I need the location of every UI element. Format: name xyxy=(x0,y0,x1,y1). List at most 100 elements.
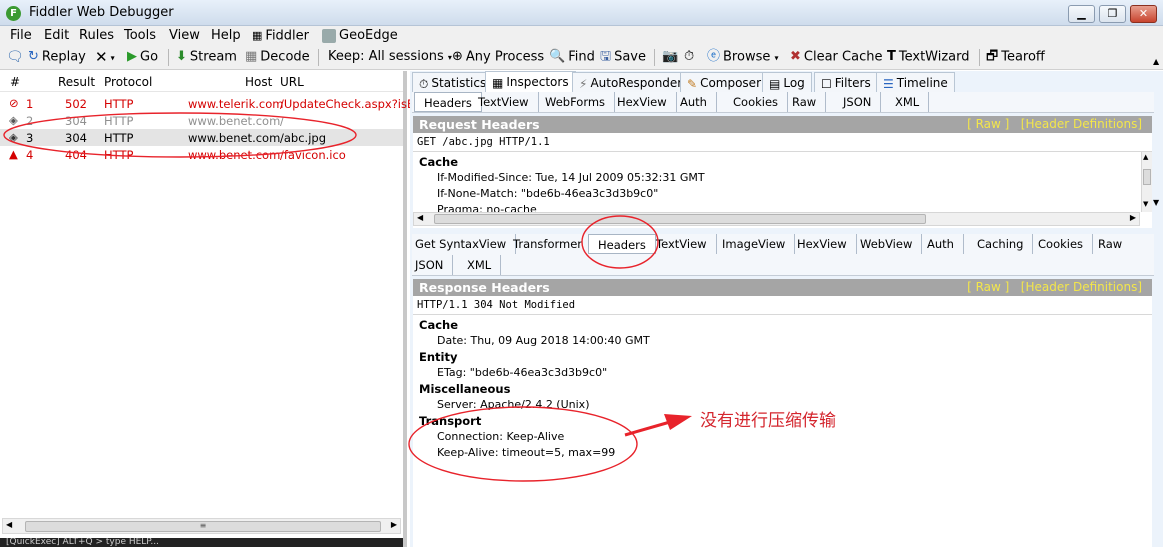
resp-tab-caching[interactable]: Caching xyxy=(968,234,1034,254)
resp-tab-xml[interactable]: XML xyxy=(458,255,502,275)
request-headers-panel: Request Headers [ Raw ] [Header Definiti… xyxy=(413,116,1152,228)
menu-rules[interactable]: Rules xyxy=(79,26,114,46)
resp-tab-headers[interactable]: Headers xyxy=(588,234,656,254)
scrollbar-thumb[interactable] xyxy=(434,214,926,224)
sessions-horizontal-scrollbar[interactable]: ◀ ≡ ▶ xyxy=(2,518,401,534)
browse-button[interactable]: ⓔ Browse ▾ xyxy=(707,46,779,68)
scroll-up-icon[interactable]: ▲ xyxy=(1143,153,1148,161)
request-tabs: Headers TextView WebForms HexView Auth C… xyxy=(412,92,1154,113)
resp-tab-auth[interactable]: Auth xyxy=(918,234,964,254)
toolbar-separator xyxy=(168,49,169,66)
request-header-definitions-link[interactable]: [Header Definitions] xyxy=(1021,117,1142,131)
browse-label: Browse xyxy=(723,49,771,65)
comment-button[interactable]: 🗨 xyxy=(6,46,27,68)
go-button[interactable]: ▶ Go xyxy=(127,46,158,68)
scroll-down-icon[interactable]: ▼ xyxy=(1143,200,1148,208)
req-tab-webforms[interactable]: WebForms xyxy=(536,92,616,112)
request-raw-link[interactable]: [ Raw ] xyxy=(967,117,1009,131)
response-header-item: Connection: Keep-Alive xyxy=(437,430,565,443)
resp-tab-webview[interactable]: WebView xyxy=(851,234,923,254)
save-button[interactable]: 🖫 Save xyxy=(600,46,646,68)
resp-tab-json[interactable]: JSON xyxy=(406,255,454,275)
request-horizontal-scrollbar[interactable]: ◀ ▶ xyxy=(413,212,1140,226)
req-tab-xml[interactable]: XML xyxy=(886,92,930,112)
textwizard-button[interactable]: T TextWizard xyxy=(887,46,970,68)
save-label: Save xyxy=(614,49,646,65)
scroll-right-icon[interactable]: ▶ xyxy=(391,520,397,529)
menu-geoedge-label: GeoEdge xyxy=(339,28,398,43)
resp-tab-cookies[interactable]: Cookies xyxy=(1029,234,1094,254)
clear-cache-button[interactable]: ✖ Clear Cache xyxy=(790,46,882,68)
decode-button[interactable]: ▦ Decode xyxy=(245,46,310,68)
fiddler-app-icon: F xyxy=(6,6,21,21)
any-process-button[interactable]: ⊕ Any Process xyxy=(452,46,544,68)
inspectors-icon: ▦ xyxy=(492,75,504,90)
menu-view[interactable]: View xyxy=(169,26,200,46)
timeline-icon: ☰ xyxy=(883,76,894,91)
stream-down-arrow-icon: ⬇ xyxy=(176,49,187,64)
any-process-label: Any Process xyxy=(465,49,545,65)
scrollbar-thumb[interactable] xyxy=(1143,169,1151,185)
resp-tab-transformer[interactable]: Transformer xyxy=(504,234,593,254)
req-tab-cookies[interactable]: Cookies xyxy=(724,92,789,112)
req-tab-textview[interactable]: TextView xyxy=(469,92,539,112)
minimize-button[interactable]: ▁ xyxy=(1068,5,1095,23)
annotation-label: 没有进行压缩传输 xyxy=(700,411,836,431)
scroll-up-icon[interactable]: ▲ xyxy=(1153,57,1159,66)
screenshot-button[interactable]: 📷 xyxy=(662,46,681,68)
quickexec-input[interactable]: [QuickExec] ALT+Q > type HELP... xyxy=(0,538,403,547)
log-document-icon: ▤ xyxy=(769,76,781,91)
req-tab-auth[interactable]: Auth xyxy=(671,92,717,112)
keep-sessions-dropdown[interactable]: Keep: All sessions ▾ xyxy=(328,46,452,68)
tab-composer[interactable]: ✎ Composer xyxy=(680,72,768,92)
scroll-right-icon[interactable]: ▶ xyxy=(1130,213,1136,222)
tab-autoresponder[interactable]: ⚡ AutoResponder xyxy=(572,72,690,92)
maximize-button[interactable]: ❐ xyxy=(1099,5,1126,23)
scrollbar-thumb[interactable]: ≡ xyxy=(25,521,381,532)
req-tab-hexview[interactable]: HexView xyxy=(608,92,677,112)
resp-tab-hexview[interactable]: HexView xyxy=(788,234,857,254)
req-tab-json[interactable]: JSON xyxy=(834,92,882,112)
clock-icon: ⏱ xyxy=(684,49,695,64)
menu-edit[interactable]: Edit xyxy=(44,26,69,46)
request-vertical-scrollbar[interactable]: ▲ ▼ xyxy=(1141,152,1152,212)
tab-label: Composer xyxy=(700,76,761,90)
stream-button[interactable]: ⬇ Stream xyxy=(176,46,237,68)
replay-button[interactable]: ↻ Replay xyxy=(28,46,86,68)
scroll-left-icon[interactable]: ◀ xyxy=(6,520,12,529)
tab-label: Statistics xyxy=(431,76,487,90)
find-button[interactable]: 🔍 Find xyxy=(549,46,595,68)
scroll-down-icon[interactable]: ▼ xyxy=(1153,198,1159,207)
timer-button[interactable]: ⏱ xyxy=(684,46,697,68)
response-header-definitions-link[interactable]: [Header Definitions] xyxy=(1021,280,1142,294)
remove-button[interactable]: ✕ ▾ xyxy=(95,46,115,68)
inspector-pane: ⏱ Statistics ▦ Inspectors ⚡ AutoResponder ✎… xyxy=(410,57,1163,547)
menu-tools[interactable]: Tools xyxy=(124,26,156,46)
response-raw-link[interactable]: [ Raw ] xyxy=(967,280,1009,294)
resp-tab-imageview[interactable]: ImageView xyxy=(713,234,796,254)
resp-tab-textview[interactable]: TextView xyxy=(647,234,717,254)
tab-statistics[interactable]: ⏱ Statistics xyxy=(412,72,494,92)
request-headers-bar: Request Headers [ Raw ] [Header Definiti… xyxy=(413,116,1152,133)
tab-timeline[interactable]: ☰ Timeline xyxy=(876,72,955,92)
menu-file[interactable]: File xyxy=(10,26,32,46)
save-icon: 🖫 xyxy=(600,49,612,64)
menu-geoedge[interactable]: GeoEdge xyxy=(322,26,398,46)
resp-tab-raw[interactable]: Raw xyxy=(1089,234,1131,254)
tab-inspectors[interactable]: ▦ Inspectors xyxy=(485,71,576,92)
req-tab-raw[interactable]: Raw xyxy=(783,92,827,112)
close-button[interactable]: ✕ xyxy=(1130,5,1157,23)
stream-label: Stream xyxy=(189,49,237,65)
menu-fiddler-label: Fiddler xyxy=(265,28,310,44)
resp-tab-get-syntaxview[interactable]: Get SyntaxView xyxy=(406,234,517,254)
menu-help[interactable]: Help xyxy=(211,26,241,46)
menu-fiddler[interactable]: ▦ Fiddler xyxy=(252,26,309,46)
scroll-left-icon[interactable]: ◀ xyxy=(417,213,423,222)
keep-label: Keep: All sessions xyxy=(328,49,444,64)
tearoff-button[interactable]: 🗗 Tearoff xyxy=(986,46,1045,68)
tab-log[interactable]: ▤ Log xyxy=(762,72,812,92)
replay-icon: ↻ xyxy=(28,49,39,64)
tab-filters[interactable]: ☐ Filters xyxy=(814,72,878,92)
response-headers-title: Response Headers xyxy=(419,280,550,295)
response-group-cache: Cache xyxy=(419,318,459,332)
